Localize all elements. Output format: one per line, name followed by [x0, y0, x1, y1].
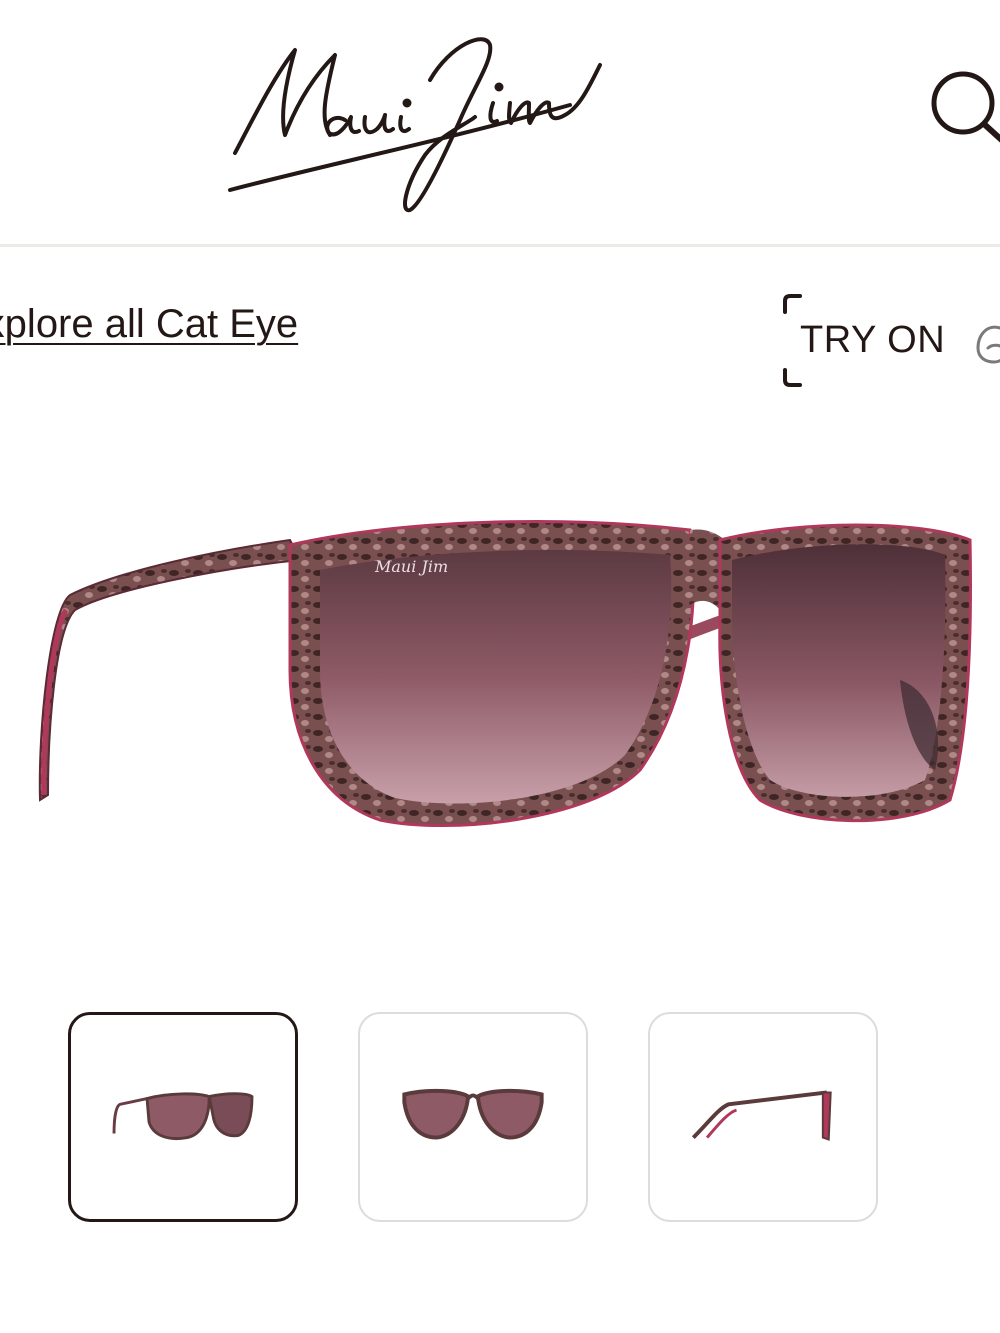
- thumbnail-image-side: [691, 1090, 832, 1141]
- thumbnail-side[interactable]: [648, 1012, 878, 1222]
- try-on-button[interactable]: TRY ON: [780, 292, 1000, 392]
- product-main-image[interactable]: Maui Jim: [0, 440, 1000, 940]
- thumbnail-image-front: [402, 1088, 544, 1140]
- search-icon: [931, 71, 1000, 143]
- ar-face-icon: [976, 325, 1000, 364]
- sunglasses-image: Maui Jim: [38, 520, 972, 828]
- thumbnail-image-angled: [112, 1092, 254, 1140]
- thumbnail-front[interactable]: [358, 1012, 588, 1222]
- header-divider: [0, 244, 1000, 247]
- thumbnail-angled[interactable]: [68, 1012, 298, 1222]
- explore-category-link[interactable]: Explore all Cat Eye: [0, 302, 298, 347]
- search-button[interactable]: [925, 65, 1000, 145]
- site-header: [0, 0, 1000, 247]
- maui-jim-logo[interactable]: [225, 25, 605, 220]
- try-on-label: TRY ON: [800, 319, 946, 361]
- maui-jim-logo-script: [228, 37, 602, 213]
- svg-text:Maui Jim: Maui Jim: [374, 557, 448, 576]
